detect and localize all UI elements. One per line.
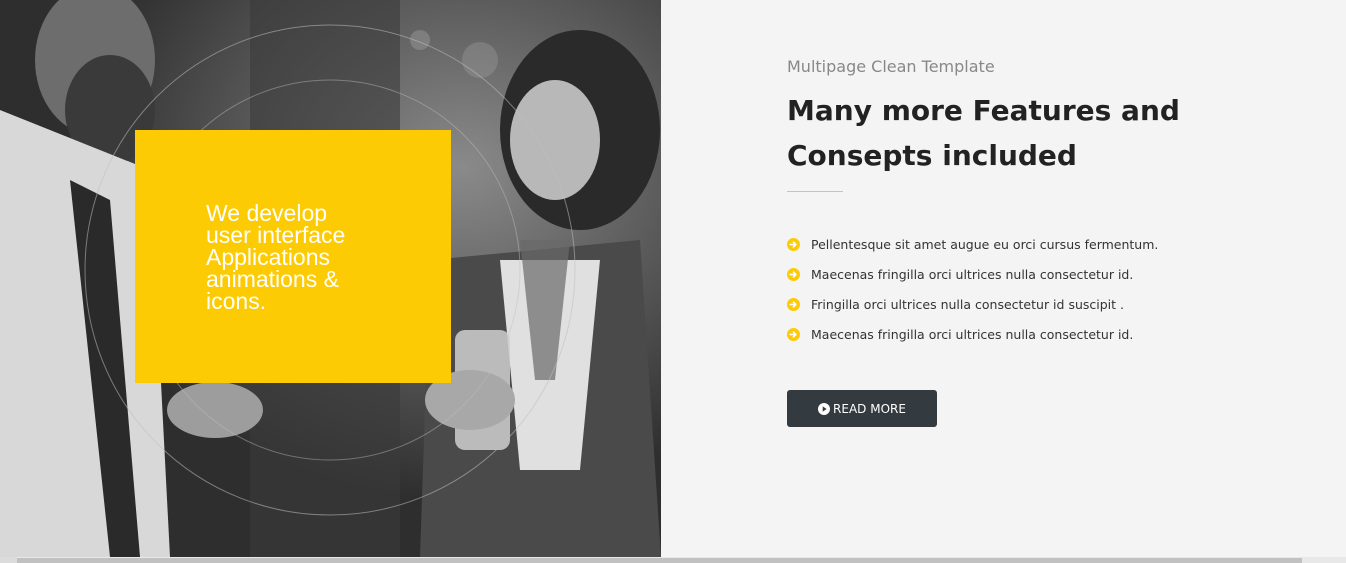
scrollbar-thumb[interactable]	[17, 558, 1302, 563]
play-circle-icon	[818, 402, 831, 415]
horizontal-scrollbar[interactable]	[0, 557, 1346, 563]
feature-item: Fringilla orci ultrices nulla consectetu…	[787, 289, 1158, 319]
feature-text: Maecenas fringilla orci ultrices nulla c…	[811, 326, 1134, 342]
feature-text: Maecenas fringilla orci ultrices nulla c…	[811, 266, 1134, 282]
features-section: Multipage Clean Template Many more Featu…	[661, 0, 1346, 557]
read-more-button[interactable]: READ MORE	[787, 390, 937, 427]
page: We develop user interface Applications a…	[0, 0, 1346, 563]
feature-text: Pellentesque sit amet augue eu orci curs…	[811, 236, 1159, 252]
feature-item: Pellentesque sit amet augue eu orci curs…	[787, 229, 1158, 259]
overlay-line: animations &	[206, 266, 339, 292]
overlay-line: user interface	[206, 222, 346, 248]
arrow-circle-right-icon	[787, 327, 800, 341]
hero-photo: We develop user interface Applications a…	[0, 0, 661, 557]
feature-list: Pellentesque sit amet augue eu orci curs…	[787, 229, 1158, 349]
arrow-circle-right-icon	[787, 297, 800, 311]
feature-text: Fringilla orci ultrices nulla consectetu…	[811, 296, 1124, 312]
overlay-line: Applications	[206, 244, 331, 270]
heading-line: Consepts included	[787, 139, 1077, 172]
heading-divider	[787, 191, 843, 192]
overlay-line: icons.	[206, 288, 267, 314]
section-subtitle: Multipage Clean Template	[787, 57, 995, 76]
overlay-card: We develop user interface Applications a…	[135, 130, 451, 383]
feature-item: Maecenas fringilla orci ultrices nulla c…	[787, 319, 1158, 349]
feature-item: Maecenas fringilla orci ultrices nulla c…	[787, 259, 1158, 289]
read-more-label: READ MORE	[833, 401, 906, 416]
overlay-text: We develop user interface Applications a…	[206, 200, 406, 314]
section-heading: Many more Features and Consepts included	[787, 88, 1207, 178]
overlay-line: We develop	[206, 200, 328, 226]
scrollbar-track-start	[0, 557, 17, 563]
arrow-circle-right-icon	[787, 267, 800, 281]
arrow-circle-right-icon	[787, 237, 800, 251]
heading-line: Many more Features and	[787, 94, 1180, 127]
